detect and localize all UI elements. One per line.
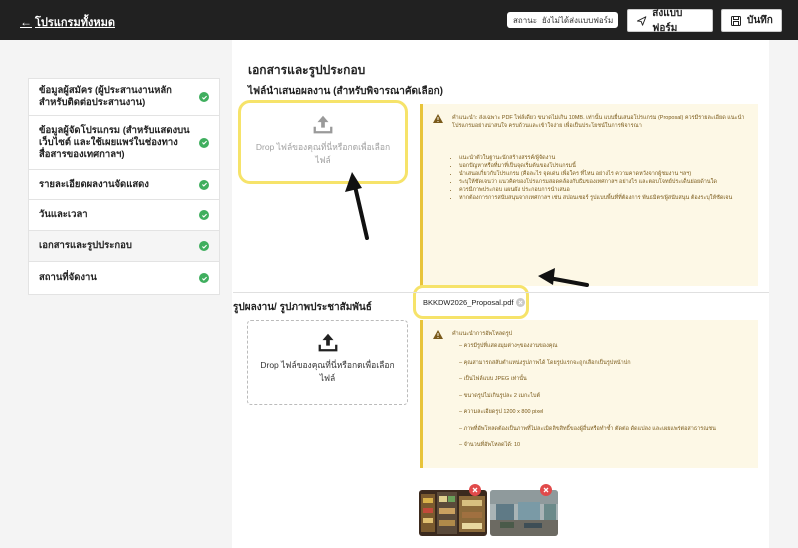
- send-icon: [636, 15, 647, 26]
- list-item: แนะนำตัวในฐานะนักสร้างสรรค์/ผู้จัดงาน: [459, 154, 749, 162]
- sidebar-item-label: ข้อมูลผู้สมัคร (ผู้ประสานงานหลัก สำหรับต…: [39, 85, 172, 108]
- sidebar-item-datetime[interactable]: วันและเวลา: [29, 200, 219, 231]
- photo-shelves-image: [419, 490, 487, 536]
- sidebar-item-organizer[interactable]: ข้อมูลผู้จัดโปรแกรม (สำหรับแสดงบนเว็บไซต…: [29, 116, 219, 170]
- sidebar-item-venue[interactable]: สถานที่จัดงาน: [29, 262, 219, 294]
- right-background: [769, 40, 798, 548]
- sidebar-item-label: สถานที่จัดงาน: [39, 272, 97, 283]
- proposal-heading: ไฟล์นำเสนอผลงาน (สำหรับพิจารณาคัดเลือก): [248, 86, 443, 97]
- list-item: หากต้องการการสนับสนุนจากเทศกาลฯ เช่น สปอ…: [459, 194, 749, 202]
- proposal-info-box: คำแนะนำ: ส่งเฉพาะ PDF ไฟล์เดียว ขนาดไม่เ…: [420, 104, 758, 286]
- proposal-dropzone[interactable]: Drop ไฟล์ของคุณที่นี่หรือกดเพื่อเลือกไฟล…: [238, 100, 408, 184]
- top-bar: ← โปรแกรมทั้งหมด สถานะ ยังไม่ได้ส่งแบบฟอ…: [0, 0, 798, 40]
- save-label: บันทึก: [747, 15, 773, 26]
- list-item: เป็นไฟล์แบบ JPEG เท่านั้น: [459, 375, 749, 383]
- list-item: ภาพที่อัพโหลดต้องเป็นภาพที่ไม่ละเมิดลิขส…: [459, 425, 749, 433]
- save-button[interactable]: บันทึก: [721, 9, 782, 32]
- check-icon: [199, 241, 209, 251]
- save-icon: [731, 15, 741, 26]
- file-name: BKKDW2026_Proposal.pdf: [423, 297, 514, 307]
- status-value: ยังไม่ได้ส่งแบบฟอร์ม: [541, 15, 614, 25]
- photos-info-list: ควรมีรูปที่แสดงมุมต่างๆของงานของคุณ คุณส…: [459, 342, 749, 458]
- remove-file-icon[interactable]: [516, 297, 526, 307]
- sidebar-item-documents[interactable]: เอกสารและรูปประกอบ: [29, 231, 219, 262]
- arrow-left-icon: ←: [20, 15, 32, 29]
- uploaded-file-chip: BKKDW2026_Proposal.pdf: [413, 285, 529, 319]
- upload-icon: [318, 333, 337, 352]
- upload-icon: [313, 115, 333, 134]
- send-form-button[interactable]: ส่งแบบฟอร์ม: [627, 8, 713, 34]
- page-title: เอกสารและรูปประกอบ: [248, 63, 366, 77]
- photos-dropzone[interactable]: Drop ไฟล์ของคุณที่นี่หรือกดเพื่อเลือกไฟล…: [247, 320, 408, 405]
- photo-thumbnail[interactable]: [419, 490, 487, 536]
- status-label: สถานะ: [513, 15, 537, 25]
- section-nav: ข้อมูลผู้สมัคร (ผู้ประสานงานหลัก สำหรับต…: [28, 78, 220, 295]
- proposal-info-intro: คำแนะนำ: ส่งเฉพาะ PDF ไฟล์เดียว ขนาดไม่เ…: [452, 115, 745, 129]
- delete-photo-icon[interactable]: [469, 484, 481, 496]
- check-icon: [199, 92, 209, 102]
- photo-thumbnail[interactable]: [490, 490, 558, 536]
- list-item: จำนวนที่อัพโหลดได้: 10: [459, 441, 749, 449]
- list-item: คุณสามารถสลับตำแหน่งรูปภาพได้ โดยรูปแรกจ…: [459, 359, 749, 367]
- back-link[interactable]: ← โปรแกรมทั้งหมด: [20, 13, 115, 31]
- photos-heading: รูปผลงาน/ รูปภาพประชาสัมพันธ์: [233, 302, 372, 313]
- list-item: บอกปัญหาหรือที่มาที่เป็นจุดเริ่มต้นของโป…: [459, 162, 749, 170]
- warning-icon: [433, 330, 443, 339]
- back-label: โปรแกรมทั้งหมด: [35, 17, 115, 29]
- photos-info-intro: คำแนะนำการอัพโหลดรูป: [452, 331, 513, 337]
- warning-icon: [433, 114, 443, 123]
- dropzone-text: Drop ไฟล์ของคุณที่นี่หรือกดเพื่อเลือกไฟล…: [260, 360, 395, 383]
- send-form-label: ส่งแบบฟอร์ม: [652, 7, 683, 34]
- status-badge: สถานะ ยังไม่ได้ส่งแบบฟอร์ม: [507, 12, 618, 28]
- section-divider: [233, 292, 769, 293]
- list-item: นำเสนอเกี่ยวกับโปรแกรม (คือละไร จุดเด่น …: [459, 170, 749, 178]
- sidebar-item-label: วันและเวลา: [39, 209, 88, 220]
- check-icon: [199, 179, 209, 190]
- list-item: ควรมีรูปที่แสดงมุมต่างๆของงานของคุณ: [459, 342, 749, 350]
- sidebar-item-label: รายละเอียดผลงานจัดแสดง: [39, 178, 149, 190]
- sidebar-item-applicant[interactable]: ข้อมูลผู้สมัคร (ผู้ประสานงานหลัก สำหรับต…: [29, 79, 219, 116]
- dropzone-text: Drop ไฟล์ของคุณที่นี่หรือกดเพื่อเลือกไฟล…: [255, 142, 391, 165]
- photo-interior-image: [490, 490, 558, 536]
- delete-photo-icon[interactable]: [540, 484, 552, 496]
- check-icon: [199, 137, 209, 148]
- sidebar-item-label: เอกสารและรูปประกอบ: [39, 240, 132, 251]
- sidebar-item-label: ข้อมูลผู้จัดโปรแกรม (สำหรับแสดงบนเว็บไซต…: [39, 124, 190, 160]
- sidebar-item-exhibition[interactable]: รายละเอียดผลงานจัดแสดง: [29, 170, 219, 200]
- check-icon: [199, 210, 209, 220]
- list-item: ขนาดรูปไม่เกินรูปละ 2 เมกะไบต์: [459, 392, 749, 400]
- proposal-info-list: แนะนำตัวในฐานะนักสร้างสรรค์/ผู้จัดงาน บอ…: [459, 154, 749, 202]
- list-item: ควรมีภาพประกอบ แผนผัง ประกอบการนำเสนอ: [459, 186, 749, 194]
- photos-info-box: คำแนะนำการอัพโหลดรูป ควรมีรูปที่แสดงมุมต…: [420, 320, 758, 468]
- list-item: ความละเอียดรูป 1200 x 800 pixel: [459, 408, 749, 416]
- check-icon: [199, 273, 209, 283]
- list-item: ระบุให้ชัดเจนว่า แนวคิดของโปรแกรมสอดคล้อ…: [459, 178, 749, 186]
